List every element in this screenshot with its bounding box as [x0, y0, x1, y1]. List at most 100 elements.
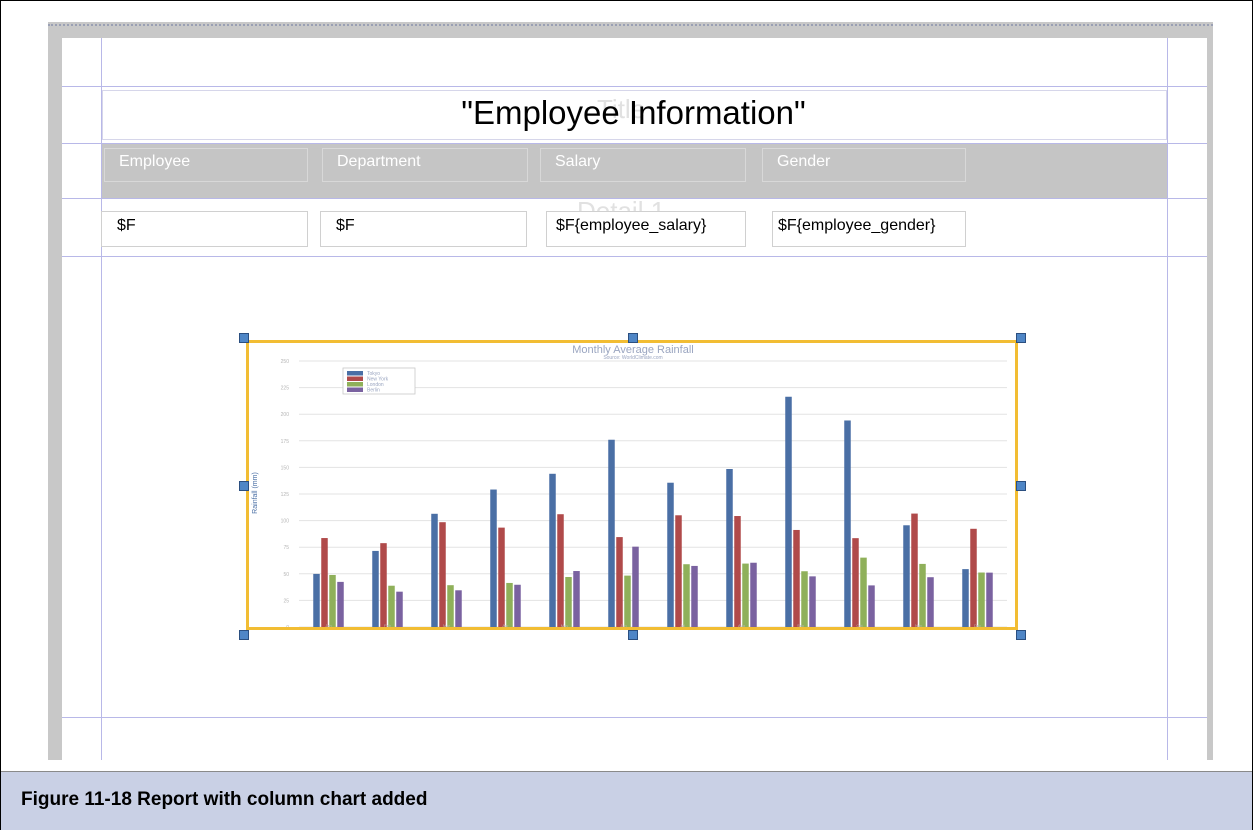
field-employee[interactable]: $F: [101, 211, 308, 247]
y-tick-label: 150: [281, 465, 290, 471]
bar: [616, 537, 623, 627]
column-header-department[interactable]: Department: [322, 148, 528, 182]
resize-handle-bottom-right[interactable]: [1016, 630, 1026, 640]
report-title[interactable]: "Employee Information": [102, 94, 1165, 132]
page-header-band-guide: [62, 86, 1207, 87]
bar: [372, 550, 379, 627]
bar: [557, 514, 564, 627]
bar: [388, 585, 395, 627]
x-tick-label: May: [561, 623, 569, 627]
resize-handle-bottom-left[interactable]: [239, 630, 249, 640]
field-gender[interactable]: $F{employee_gender}: [772, 211, 966, 247]
legend-swatch: [347, 387, 363, 392]
field-department[interactable]: $F: [320, 211, 527, 247]
bar: [691, 565, 698, 627]
bar: [809, 576, 816, 627]
bar: [396, 591, 403, 627]
x-tick-label: Aug: [738, 623, 745, 627]
right-margin-guide: [1167, 38, 1168, 760]
x-tick-label: Nov: [915, 623, 922, 627]
bar: [632, 546, 639, 627]
column-header-employee[interactable]: Employee: [104, 148, 308, 182]
figure-caption-bar: Figure 11-18 Report with column chart ad…: [1, 771, 1252, 830]
bar: [506, 582, 513, 627]
resize-handle-bottom[interactable]: [628, 630, 638, 640]
resize-handle-left[interactable]: [239, 481, 249, 491]
resize-handle-top-right[interactable]: [1016, 333, 1026, 343]
bar: [431, 513, 438, 627]
resize-handle-top-left[interactable]: [239, 333, 249, 343]
summary-band-guide: [62, 717, 1207, 718]
x-tick-label: Dec: [974, 623, 981, 627]
bar: [498, 527, 505, 627]
figure-caption: Figure 11-18 Report with column chart ad…: [21, 789, 428, 810]
bar: [565, 576, 572, 627]
bar: [439, 522, 446, 627]
column-chart-element[interactable]: Monthly Average Rainfall Source: WorldCli…: [246, 340, 1018, 630]
y-axis-label: Rainfall (mm): [252, 472, 259, 514]
chart-subtitle: Source: WorldClimate.com: [603, 355, 662, 361]
bar: [927, 577, 934, 627]
bar: [785, 396, 792, 627]
x-tick-label: Jun: [620, 623, 626, 627]
bar: [490, 489, 497, 627]
bar: [970, 528, 977, 627]
bar: [573, 571, 580, 627]
bar: [514, 584, 521, 627]
bar: [978, 572, 985, 627]
bar: [380, 543, 387, 627]
bar: [734, 516, 741, 627]
field-salary[interactable]: $F{employee_salary}: [546, 211, 746, 247]
bar: [624, 575, 631, 627]
y-tick-label: 100: [281, 519, 290, 525]
column-header-salary[interactable]: Salary: [540, 148, 746, 182]
x-tick-label: Oct: [856, 623, 863, 627]
y-tick-label: 250: [281, 359, 290, 365]
bar: [844, 420, 851, 627]
bar: [742, 563, 749, 627]
x-tick-label: Jul: [680, 623, 685, 627]
bar: [683, 564, 690, 627]
y-tick-label: 75: [283, 545, 289, 551]
bar: [801, 571, 808, 627]
designer-ruler-line: [48, 24, 1213, 26]
bar: [447, 585, 454, 627]
bar: [313, 573, 320, 627]
bar: [750, 562, 757, 627]
y-tick-label: 225: [281, 386, 290, 392]
bar: [962, 569, 969, 627]
bar: [986, 572, 993, 627]
detail-band-guide: [62, 256, 1207, 257]
y-tick-label: 175: [281, 439, 290, 445]
column-header-gender[interactable]: Gender: [762, 148, 966, 182]
bar: [793, 529, 800, 627]
y-tick-label: 50: [283, 572, 289, 578]
bar: [903, 525, 910, 627]
bar: [919, 563, 926, 627]
bar: [726, 468, 733, 627]
x-tick-label: Apr: [502, 623, 509, 627]
y-tick-label: 25: [283, 598, 289, 604]
bar: [329, 574, 336, 627]
bar: [321, 538, 328, 627]
bar: [675, 515, 682, 627]
bar: [852, 538, 859, 627]
resize-handle-right[interactable]: [1016, 481, 1026, 491]
bar: [911, 513, 918, 627]
y-tick-label: 0: [286, 625, 289, 627]
bar: [549, 473, 556, 627]
legend-swatch: [347, 382, 363, 387]
resize-handle-top[interactable]: [628, 333, 638, 343]
x-tick-label: Sep: [797, 623, 805, 627]
x-tick-label: Jan: [325, 623, 331, 627]
bar: [608, 439, 615, 627]
legend-swatch: [347, 371, 363, 376]
y-tick-label: 125: [281, 492, 290, 498]
y-tick-label: 200: [281, 412, 290, 418]
bar: [455, 590, 462, 627]
bar: [868, 585, 875, 627]
bar: [860, 557, 867, 627]
x-tick-label: Mar: [443, 623, 451, 627]
column-chart: Monthly Average RainfallSource: WorldCli…: [252, 344, 1007, 627]
x-tick-label: Feb: [384, 623, 392, 627]
